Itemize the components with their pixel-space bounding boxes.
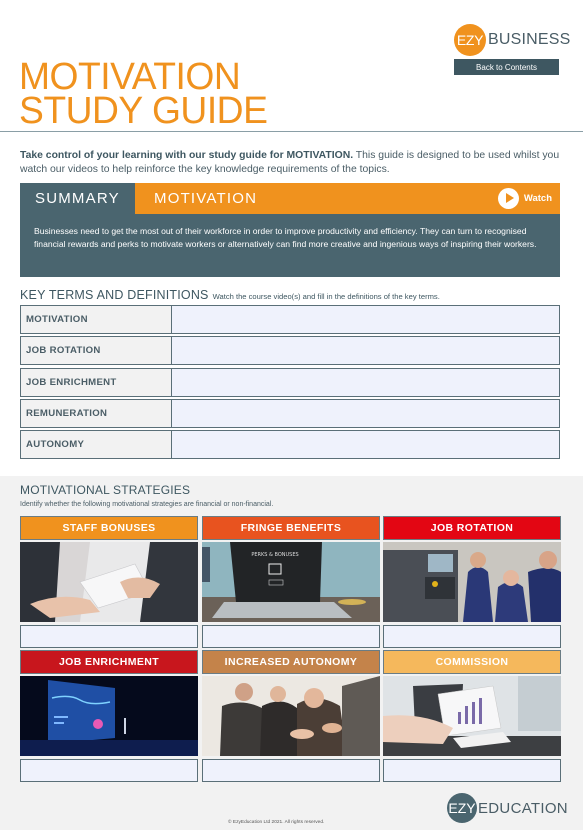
handing-envelope-photo: [20, 542, 198, 622]
watch-button[interactable]: Watch: [497, 188, 552, 209]
key-term-label: JOB ENRICHMENT: [20, 367, 171, 397]
strategy-card-staff-bonuses: STAFF BONUSES: [20, 516, 198, 648]
strategy-answer-field[interactable]: [202, 625, 380, 648]
strategy-card-header: COMMISSION: [383, 650, 561, 674]
logo-word-business: BUSINESS: [488, 31, 571, 48]
laptop-charts-calculator-photo: [383, 676, 561, 756]
ezy-logo-badge: EZY: [447, 793, 477, 823]
ezy-logo-badge: EZY: [454, 24, 486, 56]
key-terms-header: KEY TERMS AND DEFINITIONS Watch the cour…: [20, 288, 440, 302]
strategy-card-job-rotation: JOB ROTATION: [383, 516, 561, 648]
strategy-card-job-enrichment: JOB ENRICHMENT: [20, 650, 198, 782]
back-to-contents-button[interactable]: Back to Contents: [454, 59, 559, 75]
key-term-row: MOTIVATION: [20, 305, 560, 334]
strategy-answer-field[interactable]: [20, 759, 198, 782]
strategies-instruction: Identify whether the following motivatio…: [20, 501, 274, 508]
summary-panel: SUMMARY MOTIVATION Watch Businesses need…: [20, 183, 560, 277]
page-title-line-1: MOTIVATION: [19, 56, 241, 98]
team-applauding-photo: [202, 676, 380, 756]
page-title-line-2: STUDY GUIDE: [19, 90, 268, 132]
strategy-card-header: INCREASED AUTONOMY: [202, 650, 380, 674]
key-term-row: AUTONOMY: [20, 430, 560, 460]
perks-bonuses-screen-text: PERKS & BONUSES: [251, 552, 298, 558]
strategy-card-commission: COMMISSION: [383, 650, 561, 782]
key-term-row: JOB ENRICHMENT: [20, 367, 560, 397]
strategy-answer-field[interactable]: [202, 759, 380, 782]
key-terms-table: MOTIVATION JOB ROTATION JOB ENRICHMENT R…: [20, 305, 560, 461]
title-divider: [0, 131, 583, 132]
factory-workers-machine-photo: [383, 542, 561, 622]
key-term-row: REMUNERATION: [20, 398, 560, 428]
intro-paragraph: Take control of your learning with our s…: [20, 149, 565, 177]
watch-label: Watch: [523, 193, 552, 204]
presentation-stage-photo: [20, 676, 198, 756]
page-title: MOTIVATION STUDY GUIDE: [19, 56, 268, 132]
summary-topic: MOTIVATION: [154, 190, 258, 207]
copyright-notice: © EzyEducation Ltd 2021. All rights rese…: [228, 820, 325, 825]
summary-tab-label: SUMMARY: [35, 190, 120, 207]
key-term-label: AUTONOMY: [20, 430, 171, 460]
intro-bold: Take control of your learning with our s…: [20, 150, 354, 161]
key-term-definition-field[interactable]: [171, 305, 560, 334]
strategy-answer-field[interactable]: [383, 759, 561, 782]
strategy-card-header: JOB ENRICHMENT: [20, 650, 198, 674]
key-terms-title: KEY TERMS AND DEFINITIONS: [20, 288, 209, 302]
strategy-card-header: JOB ROTATION: [383, 516, 561, 540]
key-term-row: JOB ROTATION: [20, 336, 560, 366]
laptop-perks-bonuses-photo: PERKS & BONUSES: [202, 542, 380, 622]
strategy-answer-field[interactable]: [383, 625, 561, 648]
key-term-definition-field[interactable]: [171, 336, 560, 366]
key-term-label: REMUNERATION: [20, 398, 171, 428]
summary-topic-bar: MOTIVATION Watch: [135, 183, 560, 214]
strategy-card-fringe-benefits: FRINGE BENEFITS PERKS & BONUSES: [202, 516, 380, 648]
logo-word-education: EDUCATION: [478, 799, 568, 817]
strategy-answer-field[interactable]: [20, 625, 198, 648]
strategies-title: MOTIVATIONAL STRATEGIES: [20, 483, 191, 497]
key-term-label: MOTIVATION: [20, 305, 171, 334]
summary-text: Businesses need to get the most out of t…: [34, 226, 537, 249]
key-term-definition-field[interactable]: [171, 398, 560, 428]
strategy-card-header: FRINGE BENEFITS: [202, 516, 380, 540]
strategy-card-header: STAFF BONUSES: [20, 516, 198, 540]
motivational-strategies-section: MOTIVATIONAL STRATEGIES Identify whether…: [0, 476, 583, 830]
strategy-card-increased-autonomy: INCREASED AUTONOMY: [202, 650, 380, 782]
key-term-definition-field[interactable]: [171, 430, 560, 460]
key-term-label: JOB ROTATION: [20, 336, 171, 366]
key-terms-instruction: Watch the course video(s) and fill in th…: [212, 292, 440, 301]
ezy-education-logo: EZY EDUCATION: [447, 793, 568, 823]
ezy-business-logo: EZY BUSINESS: [454, 24, 571, 56]
play-icon: [497, 188, 519, 209]
key-term-definition-field[interactable]: [171, 367, 560, 397]
